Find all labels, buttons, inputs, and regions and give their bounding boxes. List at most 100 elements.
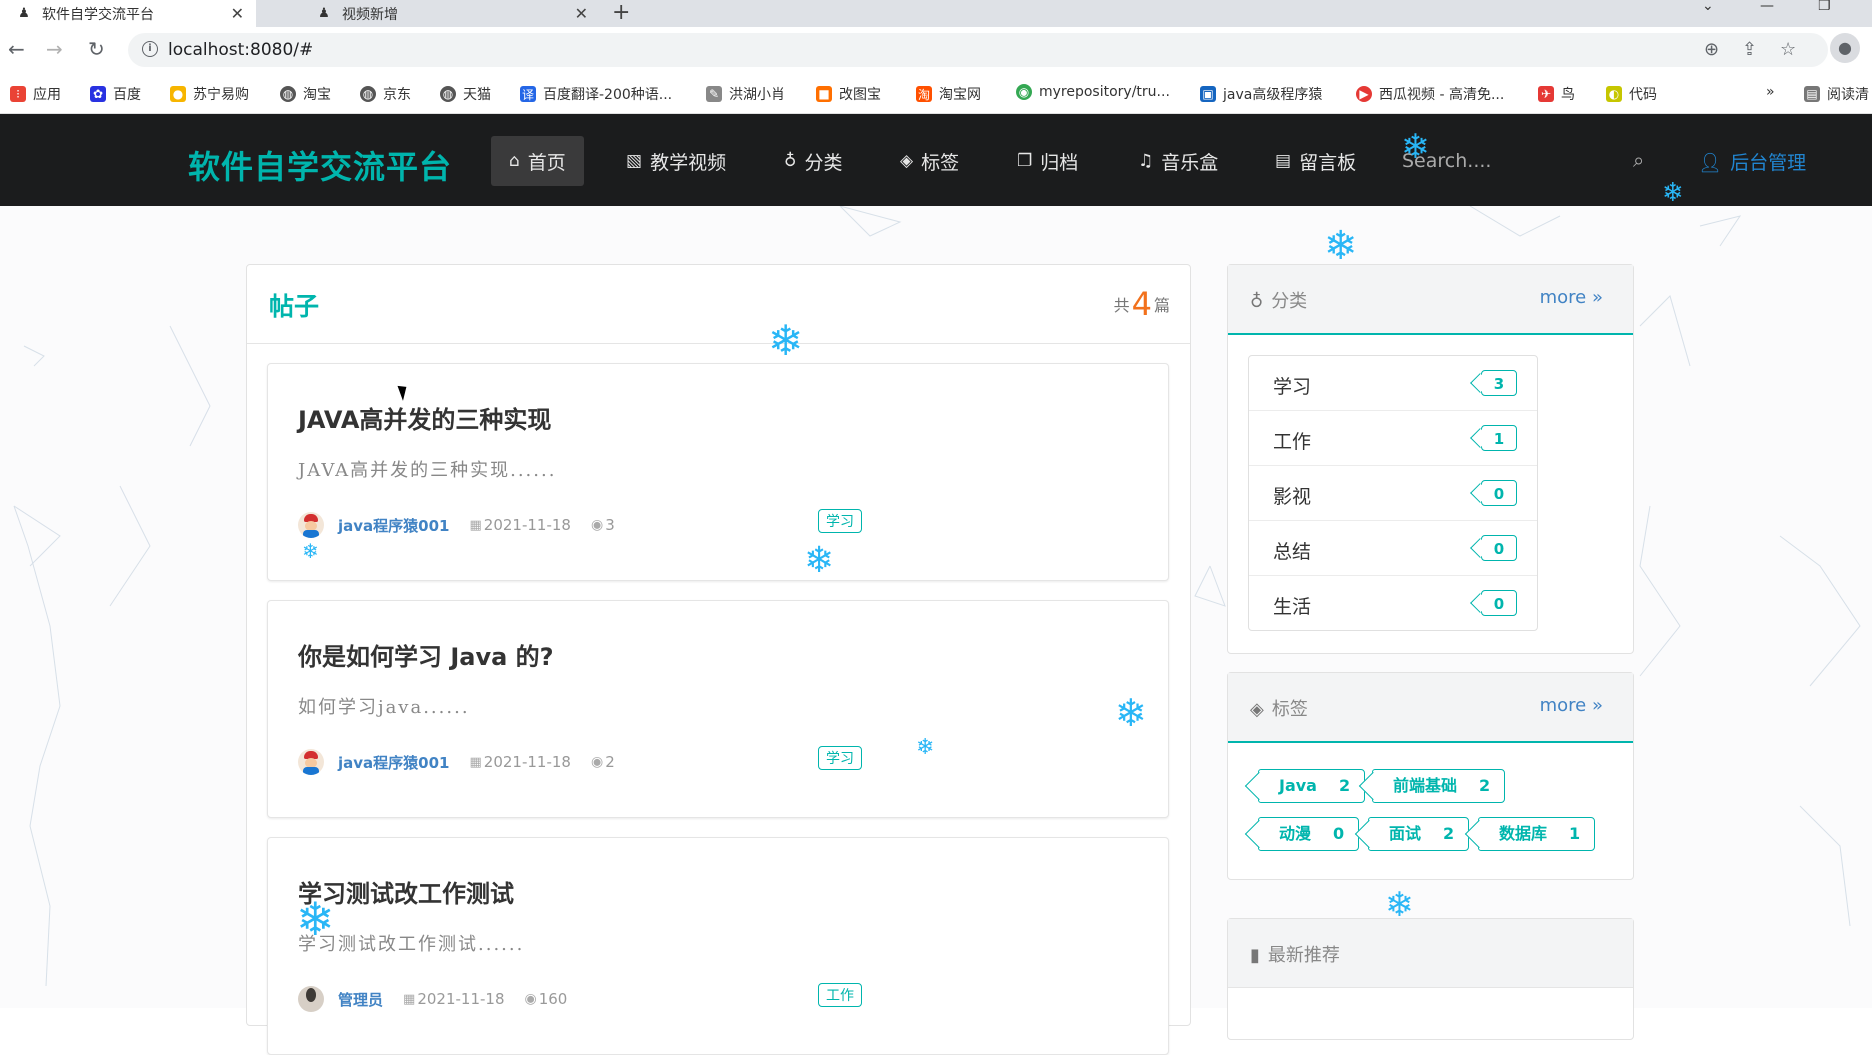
- category-item[interactable]: 生活 0: [1249, 576, 1537, 630]
- copy-icon: ❐: [1017, 151, 1033, 171]
- category-item[interactable]: 影视 0: [1249, 466, 1537, 521]
- tab-close-icon[interactable]: ✕: [575, 4, 588, 23]
- nav-categories[interactable]: ♁ 分类: [766, 136, 860, 186]
- tags-more-link[interactable]: more »: [1540, 695, 1603, 716]
- bookmarks-bar: ⁝ 应用 ✿ 百度 ● 苏宁易购 ◍ 淘宝 ◍ 京东 ◍ 天猫 译百度翻译-200种语...…: [0, 73, 1872, 114]
- categories-header: ♁ 分类 more »: [1228, 265, 1633, 335]
- search-icon[interactable]: ⌕: [1633, 148, 1644, 172]
- bookmarks-overflow-icon[interactable]: »: [1766, 84, 1775, 100]
- snowflake-icon: ❄: [804, 540, 835, 581]
- minimize-icon[interactable]: —: [1760, 0, 1774, 27]
- bookmark-item[interactable]: ● 苏宁易购: [170, 84, 249, 104]
- recommend-card: ▮ 最新推荐: [1227, 918, 1634, 1040]
- browser-tab[interactable]: ♟ 视频新增 ✕: [300, 0, 600, 27]
- nav-guestbook[interactable]: ▤ 留言板: [1257, 136, 1374, 186]
- post-title[interactable]: JAVA高并发的三种实现: [298, 400, 551, 435]
- nav-archive[interactable]: ❐ 归档: [999, 136, 1096, 186]
- bookmark-item[interactable]: 淘淘宝网: [916, 84, 981, 104]
- bookmark-item[interactable]: ▶ 西瓜视频 - 高清免...: [1356, 84, 1504, 104]
- categories-more-link[interactable]: more »: [1540, 287, 1603, 308]
- tag-chip[interactable]: 前端基础 2: [1372, 769, 1506, 803]
- bookmark-item[interactable]: ◍ 淘宝: [280, 84, 331, 104]
- author-avatar: [298, 986, 324, 1012]
- posts-title: 帖子: [269, 292, 320, 321]
- browser-tab-active[interactable]: ♟ 软件自学交流平台 ✕: [0, 0, 256, 27]
- bookmark-item[interactable]: ✎ 洪湖小肖: [706, 84, 785, 104]
- nav-home[interactable]: ⌂ 首页: [491, 136, 584, 186]
- bookmark-item[interactable]: 译百度翻译-200种语...: [520, 84, 672, 104]
- tags-icon: ◈: [1250, 699, 1264, 720]
- back-icon[interactable]: ←: [8, 37, 25, 61]
- post-item[interactable]: 你是如何学习 Java 的? 如何学习java...... java程序猿001…: [267, 600, 1169, 818]
- recommend-title: ▮ 最新推荐: [1250, 945, 1340, 966]
- post-tag[interactable]: 学习: [818, 746, 862, 770]
- post-author[interactable]: java程序猿001: [338, 752, 449, 773]
- tag-count: 2: [1443, 824, 1455, 843]
- bookmark-item[interactable]: ◐ 代码: [1606, 84, 1657, 104]
- category-name: 生活: [1273, 596, 1312, 618]
- tab-close-icon[interactable]: ✕: [231, 4, 244, 23]
- post-tag[interactable]: 学习: [818, 509, 862, 533]
- omnibox[interactable]: i localhost:8080/# ⊕ ⇪ ☆: [128, 33, 1828, 67]
- author-avatar: [298, 749, 324, 775]
- profile-avatar-icon[interactable]: ●: [1830, 33, 1860, 63]
- double-chevron-right-icon: »: [1591, 287, 1603, 308]
- suning-icon: ●: [170, 86, 186, 102]
- bookmark-item[interactable]: ✈ 鸟: [1538, 84, 1575, 104]
- globe-icon: ◍: [440, 86, 456, 102]
- nav-tags[interactable]: ◈ 标签: [882, 136, 977, 186]
- category-name: 工作: [1273, 431, 1312, 453]
- bookmark-star-icon[interactable]: ☆: [1780, 39, 1796, 60]
- calendar-icon: ▦: [469, 517, 482, 533]
- zoom-icon[interactable]: ⊕: [1704, 39, 1719, 60]
- tag-chip[interactable]: 动漫 0: [1258, 817, 1360, 851]
- nav-videos[interactable]: ▧ 教学视频: [608, 136, 744, 186]
- bookmark-item[interactable]: ▣ java高级程序猿: [1200, 84, 1322, 104]
- tag-chip[interactable]: 数据库 1: [1478, 817, 1596, 851]
- tab-title: 软件自学交流平台: [42, 6, 154, 23]
- bookmark-item[interactable]: ■ 改图宝: [816, 84, 881, 104]
- reading-list[interactable]: ▤ 阅读清: [1804, 84, 1869, 104]
- reading-list-icon: ▤: [1804, 86, 1820, 102]
- post-views: 160: [538, 990, 568, 1008]
- post-date: 2021-11-18: [483, 516, 571, 534]
- tag-chip[interactable]: Java 2: [1258, 769, 1366, 803]
- bookmark-icon: ▮: [1250, 945, 1260, 966]
- snowflake-icon: ❄: [916, 735, 935, 760]
- post-author[interactable]: java程序猿001: [338, 515, 449, 536]
- new-tab-icon[interactable]: +: [612, 0, 630, 27]
- url-text[interactable]: localhost:8080/#: [168, 40, 313, 60]
- tag-chip[interactable]: 面试 2: [1368, 817, 1470, 851]
- category-item[interactable]: 工作 1: [1249, 411, 1537, 466]
- post-views: 3: [605, 516, 615, 534]
- category-item[interactable]: 学习 3: [1249, 356, 1537, 411]
- category-count: 3: [1481, 370, 1517, 396]
- post-author[interactable]: 管理员: [338, 989, 383, 1010]
- site-brand[interactable]: 软件自学交流平台: [188, 142, 452, 188]
- maximize-icon[interactable]: ❐: [1818, 0, 1831, 27]
- bookmark-apps[interactable]: ⁝ 应用: [10, 84, 61, 104]
- snowflake-icon: ❄: [1115, 691, 1147, 735]
- tab-search-icon[interactable]: ⌄: [1702, 0, 1714, 27]
- category-count: 0: [1481, 535, 1517, 561]
- bookmark-item[interactable]: ◍ 天猫: [440, 84, 491, 104]
- post-item[interactable]: 学习测试改工作测试 学习测试改工作测试...... 管理员 ▦ 2021-11-…: [267, 837, 1169, 1055]
- snowflake-icon: ❄: [1324, 223, 1358, 269]
- gaitubao-icon: ■: [816, 86, 832, 102]
- bookmark-item[interactable]: ◍ 京东: [360, 84, 411, 104]
- tab-favicon-icon: ♟: [18, 6, 30, 21]
- post-title[interactable]: 你是如何学习 Java 的?: [298, 637, 554, 672]
- category-name: 影视: [1273, 486, 1312, 508]
- bookmark-item[interactable]: ◉ myrepository/tru...: [1016, 84, 1170, 100]
- category-count: 1: [1481, 425, 1517, 451]
- reload-icon[interactable]: ↻: [88, 37, 105, 61]
- category-item[interactable]: 总结 0: [1249, 521, 1537, 576]
- site-info-icon[interactable]: i: [142, 41, 158, 57]
- share-icon[interactable]: ⇪: [1742, 39, 1757, 60]
- admin-link[interactable]: 👤︎ 后台管理: [1698, 148, 1806, 175]
- post-tag[interactable]: 工作: [818, 983, 862, 1007]
- forward-icon[interactable]: →: [46, 37, 63, 61]
- eye-icon: ◉: [590, 517, 604, 533]
- bookmark-item[interactable]: ✿ 百度: [90, 84, 141, 104]
- nav-music[interactable]: ♫ 音乐盒: [1120, 136, 1236, 186]
